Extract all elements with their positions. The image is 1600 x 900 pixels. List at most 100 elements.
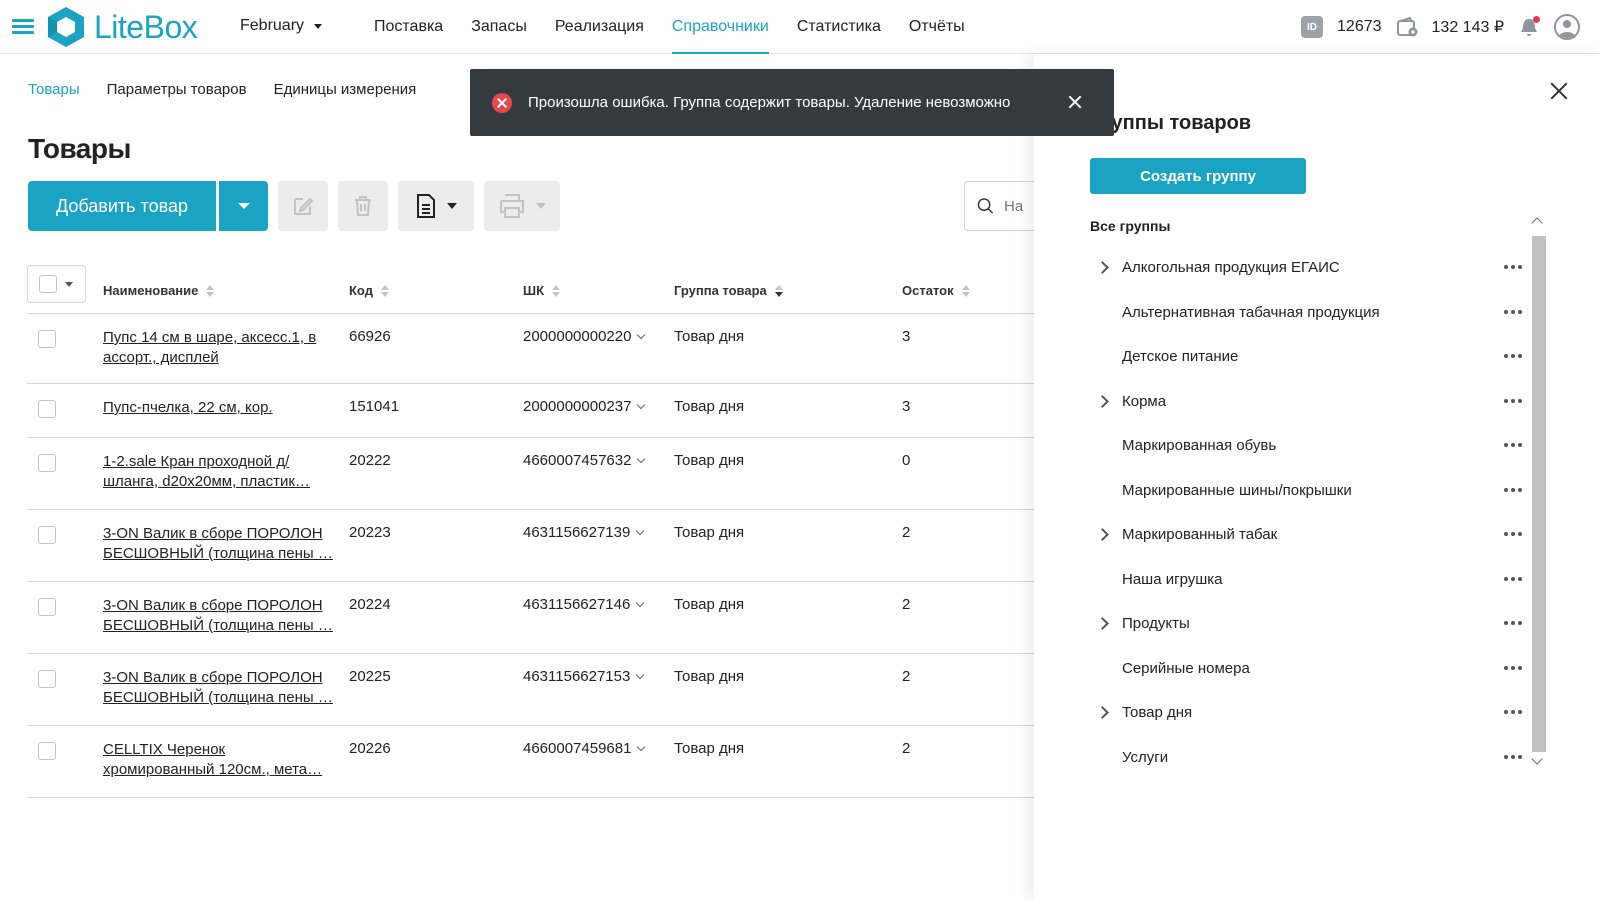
scrollbar[interactable] (1530, 211, 1546, 771)
product-barcode[interactable]: 4631156627146 (523, 596, 645, 613)
menu-icon[interactable] (12, 19, 34, 35)
group-item[interactable]: Услуги (1090, 736, 1530, 781)
product-name-link[interactable]: CELLTIX Черенок хромированный 120см., ме… (103, 740, 333, 780)
table-row[interactable]: Пупс 14 см в шаре, аксесс.1, в ассорт., … (27, 314, 1037, 384)
export-button[interactable] (398, 181, 474, 231)
product-barcode[interactable]: 4631156627153 (523, 668, 645, 685)
product-barcode[interactable]: 4631156627139 (523, 524, 645, 541)
group-label: Серийные номера (1122, 659, 1250, 677)
sort-icon (380, 284, 389, 297)
group-item[interactable]: Альтернативная табачная продукция (1090, 291, 1530, 336)
row-checkbox[interactable] (38, 454, 56, 472)
row-checkbox[interactable] (38, 670, 56, 688)
chevron-down-icon (637, 400, 646, 410)
product-barcode[interactable]: 2000000000237 (523, 398, 646, 415)
nav-item-3[interactable]: Справочники (658, 0, 783, 54)
chevron-right-icon[interactable] (1096, 617, 1109, 630)
group-item[interactable]: Алкогольная продукция ЕГАИС (1090, 246, 1530, 291)
toast-close-icon[interactable] (1068, 95, 1082, 109)
more-icon[interactable] (1504, 710, 1522, 714)
product-name-link[interactable]: 3-ON Валик в сборе ПОРОЛОН БЕСШОВНЫЙ (то… (103, 524, 333, 564)
row-checkbox[interactable] (38, 330, 56, 348)
chevron-down-icon (637, 742, 646, 752)
chevron-right-icon[interactable] (1096, 394, 1109, 408)
search-field[interactable] (964, 181, 1044, 231)
table-row[interactable]: 3-ON Валик в сборе ПОРОЛОН БЕСШОВНЫЙ (то… (27, 582, 1037, 654)
all-groups-label[interactable]: Все группы (1090, 218, 1170, 234)
select-all-checkbox[interactable] (27, 265, 86, 303)
group-item[interactable]: Маркированная обувь (1090, 424, 1530, 469)
logo[interactable]: LiteBox (46, 5, 198, 49)
table-row[interactable]: 1-2.sale Кран проходной д/шланга, d20x20… (27, 438, 1037, 510)
row-checkbox[interactable] (38, 598, 56, 616)
nav-item-1[interactable]: Запасы (457, 0, 541, 54)
col-name[interactable]: Наименование (103, 283, 215, 298)
nav-item-5[interactable]: Отчёты (895, 0, 979, 54)
group-item[interactable]: Товар дня (1090, 691, 1530, 736)
bell-icon[interactable] (1518, 16, 1540, 38)
col-code[interactable]: Код (349, 283, 389, 298)
group-item[interactable]: Продукты (1090, 602, 1530, 647)
col-group[interactable]: Группа товара (674, 283, 783, 298)
product-name-link[interactable]: Пупс 14 см в шаре, аксесс.1, в ассорт., … (103, 328, 333, 368)
table-row[interactable]: 3-ON Валик в сборе ПОРОЛОН БЕСШОВНЫЙ (то… (27, 510, 1037, 582)
wallet-icon[interactable] (1396, 16, 1418, 38)
group-item[interactable]: Корма (1090, 380, 1530, 425)
subnav-item-2[interactable]: Единицы измерения (274, 81, 417, 98)
more-icon[interactable] (1504, 309, 1522, 314)
product-barcode[interactable]: 4660007459681 (523, 740, 646, 757)
scroll-down-icon[interactable] (1531, 753, 1543, 765)
more-icon[interactable] (1504, 532, 1522, 536)
close-icon[interactable] (1550, 82, 1568, 100)
product-barcode[interactable]: 4660007457632 (523, 452, 646, 469)
group-item[interactable]: Детское питание (1090, 335, 1530, 380)
toast-message: Произошла ошибка. Группа содержит товары… (528, 94, 1011, 111)
add-product-menu-button[interactable] (218, 181, 268, 231)
more-icon[interactable] (1504, 487, 1522, 492)
more-icon[interactable] (1504, 354, 1522, 358)
group-item[interactable]: Наша игрушка (1090, 558, 1530, 603)
checkbox[interactable] (39, 275, 57, 293)
more-icon[interactable] (1504, 621, 1522, 625)
col-stock[interactable]: Остаток (902, 283, 970, 298)
table-row[interactable]: CELLTIX Черенок хромированный 120см., ме… (27, 726, 1037, 798)
product-name-link[interactable]: 3-ON Валик в сборе ПОРОЛОН БЕСШОВНЫЙ (то… (103, 596, 333, 636)
group-item[interactable]: Маркированный табак (1090, 513, 1530, 558)
group-item[interactable]: Маркированные шины/покрышки (1090, 469, 1530, 514)
table-row[interactable]: Пупс-пчелка, 22 см, кор. 151041 2000000000… (27, 384, 1037, 438)
more-icon[interactable] (1504, 443, 1522, 447)
product-name-link[interactable]: 1-2.sale Кран проходной д/шланга, d20x20… (103, 452, 333, 492)
more-icon[interactable] (1504, 754, 1522, 759)
more-icon[interactable] (1504, 265, 1522, 269)
print-button[interactable] (484, 181, 560, 231)
create-group-button[interactable]: Создать группу (1090, 158, 1306, 194)
group-item[interactable]: Серийные номера (1090, 647, 1530, 692)
product-name-link[interactable]: 3-ON Валик в сборе ПОРОЛОН БЕСШОВНЫЙ (то… (103, 668, 333, 708)
nav-item-4[interactable]: Статистика (783, 0, 895, 54)
nav-item-2[interactable]: Реализация (541, 0, 658, 54)
avatar[interactable] (1554, 14, 1580, 40)
period-select[interactable]: February (240, 17, 323, 35)
balance: 132 143 ₽ (1431, 19, 1504, 36)
subnav-item-0[interactable]: Товары (28, 81, 80, 98)
more-icon[interactable] (1504, 398, 1522, 403)
more-icon[interactable] (1504, 665, 1522, 670)
row-checkbox[interactable] (38, 742, 56, 760)
col-barcode[interactable]: ШК (523, 283, 560, 298)
row-checkbox[interactable] (38, 526, 56, 544)
row-checkbox[interactable] (38, 400, 56, 418)
chevron-right-icon[interactable] (1096, 261, 1109, 274)
product-name-link[interactable]: Пупс-пчелка, 22 см, кор. (103, 398, 333, 418)
product-barcode[interactable]: 2000000000220 (523, 328, 646, 345)
scroll-thumb[interactable] (1532, 236, 1546, 752)
more-icon[interactable] (1504, 576, 1522, 581)
add-product-button[interactable]: Добавить товар (28, 181, 216, 231)
chevron-right-icon[interactable] (1096, 706, 1109, 719)
table-row[interactable]: 3-ON Валик в сборе ПОРОЛОН БЕСШОВНЫЙ (то… (27, 654, 1037, 726)
nav-item-0[interactable]: Поставка (360, 0, 457, 54)
chevron-right-icon[interactable] (1096, 528, 1109, 541)
delete-button[interactable] (338, 181, 388, 231)
subnav-item-1[interactable]: Параметры товаров (107, 81, 247, 98)
edit-button[interactable] (278, 181, 328, 231)
scroll-up-icon[interactable] (1531, 217, 1543, 229)
